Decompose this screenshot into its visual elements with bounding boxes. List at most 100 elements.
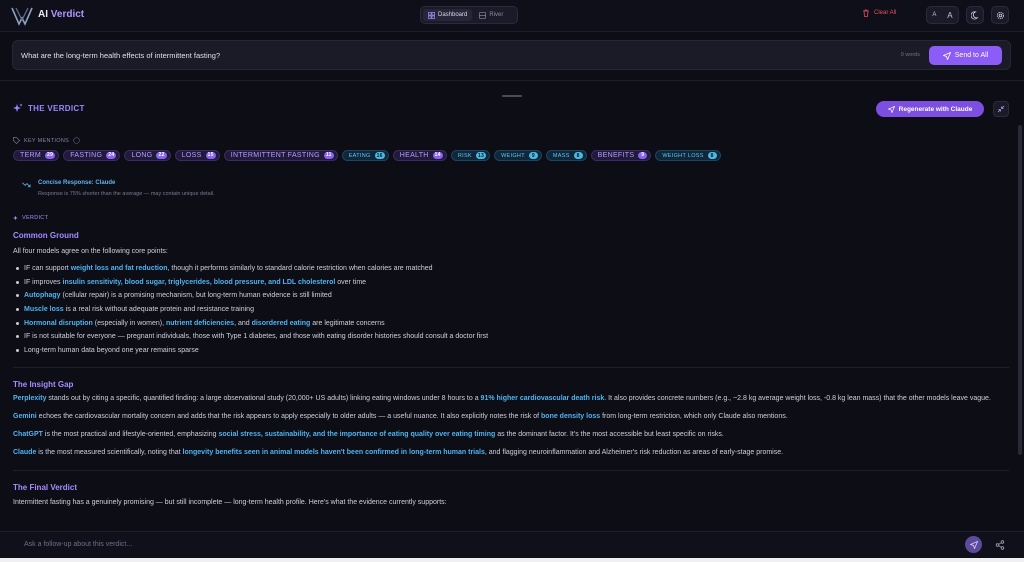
chip-count-badge: 8 (707, 152, 717, 159)
mention-chip[interactable]: FASTING 24 (63, 150, 121, 161)
insight-paragraph: Gemini echoes the cardiovascular mortali… (13, 412, 788, 420)
chip-count-badge: 8 (573, 152, 583, 159)
theme-toggle-button[interactable] (966, 6, 984, 24)
chip-label: BENEFITS (597, 152, 635, 159)
concise-notice: Concise Response: Claude Response is 75%… (18, 174, 258, 200)
app-title: AI Verdict (38, 9, 85, 20)
tab-river[interactable]: River (474, 9, 508, 21)
chip-label: FASTING (70, 152, 103, 159)
chip-label: RISK (457, 152, 472, 159)
chip-count-badge: 14 (432, 152, 443, 159)
chip-count-badge: 16 (374, 152, 385, 159)
divider (13, 366, 1009, 368)
chip-label: LONG (131, 152, 153, 159)
chip-label: LOSS (181, 152, 202, 159)
chip-label: EATING (348, 152, 371, 159)
font-decrease-button[interactable]: A (932, 12, 936, 18)
verdict-section-label: VERDICT (13, 215, 48, 221)
concise-subtitle: Response is 75% shorter than the average… (38, 191, 215, 197)
minimize-icon (997, 105, 1005, 113)
divider (0, 80, 1024, 81)
heading-final-verdict: The Final Verdict (13, 482, 78, 492)
gear-icon (996, 11, 1004, 19)
trash-icon (863, 9, 869, 17)
clear-all-button[interactable]: Clear All (862, 9, 896, 17)
mention-chip[interactable]: WEIGHT LOSS 8 (655, 150, 721, 161)
follow-up-send-button[interactable] (965, 536, 982, 553)
common-ground-intro: All four models agree on the following c… (13, 248, 168, 255)
list-item: IF improves insulin sensitivity, blood s… (13, 277, 1009, 291)
chip-count-badge: 13 (475, 152, 487, 159)
chip-count-badge: 11 (323, 152, 334, 159)
send-to-all-button[interactable]: Send to All (929, 46, 1002, 65)
mention-chip[interactable]: WEIGHT 9 (494, 150, 542, 161)
tab-dashboard[interactable]: Dashboard (423, 9, 473, 21)
moon-icon (970, 10, 979, 19)
chip-count-badge: 22 (156, 152, 167, 159)
chip-count-badge: 9 (528, 152, 538, 159)
mention-chip[interactable]: MASS 8 (545, 150, 587, 161)
font-increase-button[interactable]: A (947, 11, 952, 20)
follow-up-input[interactable]: Ask a follow-up about this verdict... (24, 541, 132, 548)
key-mentions-label: KEY MENTIONS (13, 137, 80, 144)
settings-button[interactable] (991, 6, 1009, 24)
chip-label: WEIGHT (501, 152, 525, 159)
collapse-button[interactable] (993, 101, 1009, 117)
chip-label: WEIGHT LOSS (662, 152, 704, 159)
mention-chip[interactable]: HEALTH 14 (392, 150, 447, 161)
word-count: 9 words (900, 52, 920, 58)
font-size-controls: A A (926, 6, 959, 24)
send-icon (887, 105, 895, 113)
insight-paragraph: ChatGPT is the most practical and lifest… (13, 430, 724, 438)
verdict-header: THE VERDICT (13, 103, 85, 113)
scrollbar[interactable] (1018, 125, 1022, 455)
mention-chip[interactable]: LOSS 15 (174, 150, 220, 161)
chip-label: HEALTH (399, 152, 429, 159)
mention-chip[interactable]: RISK 13 (450, 150, 491, 161)
chip-count-badge: 9 (638, 152, 648, 159)
prompt-input[interactable]: What are the long-term health effects of… (21, 51, 220, 60)
view-toggle: Dashboard River (420, 6, 518, 24)
chip-count-badge: 29 (45, 152, 56, 159)
v-logo-icon (11, 7, 33, 26)
list-item: Muscle loss is a real risk without adequ… (13, 304, 1009, 318)
tag-icon (13, 137, 20, 144)
sparkle-icon (13, 215, 18, 221)
grid-icon (428, 11, 435, 19)
common-ground-list: IF can support weight loss and fat reduc… (13, 263, 1009, 359)
mention-chip[interactable]: BENEFITS 9 (590, 150, 652, 161)
send-icon (942, 51, 951, 60)
sparkle-icon (13, 103, 23, 112)
insight-paragraph: Perplexity stands out by citing a specif… (13, 394, 991, 402)
concise-title: Concise Response: Claude (38, 180, 116, 186)
mention-chip[interactable]: EATING 16 (341, 150, 389, 161)
send-icon (969, 540, 978, 549)
verdict-title: THE VERDICT (28, 103, 85, 113)
prompt-bar: What are the long-term health effects of… (12, 40, 1011, 70)
top-bar: AI Verdict Dashboard River Clear All A A (0, 0, 1024, 32)
mention-chip[interactable]: INTERMITTENT FASTING 11 (223, 150, 338, 161)
final-verdict-intro: Intermittent fasting has a genuinely pro… (13, 498, 447, 506)
river-icon (479, 11, 487, 19)
trend-icon (22, 182, 31, 188)
regenerate-button[interactable]: Regenerate with Claude (876, 101, 984, 117)
chip-count-badge: 15 (205, 152, 216, 159)
follow-up-bar: Ask a follow-up about this verdict... (0, 531, 1024, 558)
info-icon[interactable] (73, 137, 80, 144)
chip-count-badge: 24 (106, 152, 117, 159)
heading-insight-gap: The Insight Gap (13, 379, 74, 389)
heading-common-ground: Common Ground (13, 231, 79, 240)
chip-label: INTERMITTENT FASTING (230, 152, 320, 159)
resize-handle[interactable] (502, 95, 522, 97)
verdict-content: Common Ground All four models agree on t… (13, 230, 1009, 526)
divider (13, 469, 1009, 471)
list-item: Autophagy (cellular repair) is a promisi… (13, 290, 1009, 304)
mention-chip[interactable]: TERM 29 (13, 150, 60, 161)
list-item: IF is not suitable for everyone — pregna… (13, 331, 1009, 345)
insight-paragraph: Claude is the most measured scientifical… (13, 448, 784, 456)
mention-chip[interactable]: LONG 22 (124, 150, 171, 161)
list-item: Hormonal disruption (especially in women… (13, 318, 1009, 332)
list-item: Long-term human data beyond one year rem… (13, 345, 1009, 359)
chip-label: TERM (20, 152, 42, 159)
share-icon[interactable] (995, 540, 1005, 550)
